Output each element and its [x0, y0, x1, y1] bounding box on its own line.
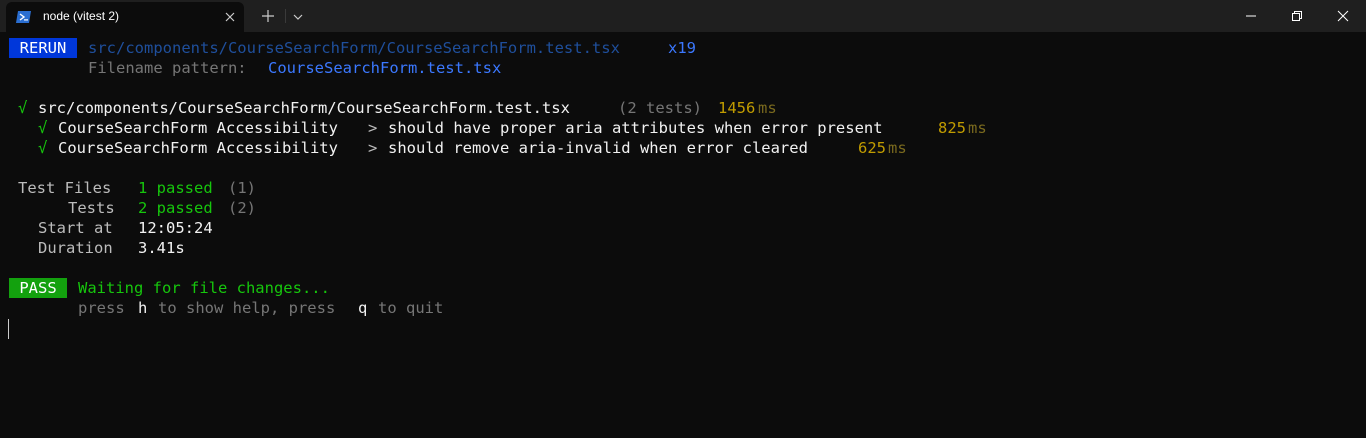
tab-title: node (vitest 2) [43, 9, 120, 23]
new-tab-icon[interactable] [260, 8, 276, 24]
test-duration: 825 [938, 119, 966, 137]
help-text: to show help, press [158, 299, 336, 317]
summary-start: Start at 12:05:24 [0, 218, 1366, 238]
help-text: to quit [378, 299, 444, 317]
test-row: √ CourseSearchForm Accessibility > shoul… [0, 138, 1366, 158]
suite-duration: 1456 [718, 99, 756, 117]
summary-label: Start at [38, 219, 113, 237]
rerun-badge: RERUN [9, 38, 77, 58]
pattern-label: Filename pattern: [88, 59, 247, 77]
summary-value: 12:05:24 [138, 219, 213, 237]
test-separator: > [368, 139, 378, 157]
summary-value: 3.41s [138, 239, 185, 257]
test-separator: > [368, 119, 378, 137]
rerun-path: src/components/CourseSearchForm/CourseSe… [88, 39, 620, 57]
title-bar: node (vitest 2) [0, 0, 1366, 32]
summary-value: 1 passed [138, 179, 213, 197]
tab-separator [285, 9, 286, 23]
summary-tests: Tests 2 passed (2) [0, 198, 1366, 218]
pass-badge: PASS [9, 278, 67, 298]
help-key: q [358, 299, 368, 317]
restore-icon [1292, 11, 1302, 21]
help-line: press h to show help, press q to quit [0, 298, 1366, 318]
test-duration-unit: ms [888, 139, 907, 157]
summary-value: 2 passed [138, 199, 213, 217]
test-name: should have proper aria attributes when … [388, 119, 883, 137]
summary-label: Test Files [18, 179, 112, 197]
close-window-button[interactable] [1320, 0, 1366, 32]
close-tab-icon[interactable] [222, 9, 238, 25]
test-duration: 625 [858, 139, 886, 157]
summary-label: Duration [38, 239, 113, 257]
summary-test-files: Test Files 1 passed (1) [0, 178, 1366, 198]
suite-line: √ src/components/CourseSearchForm/Course… [0, 98, 1366, 118]
pattern-value: CourseSearchForm.test.tsx [268, 59, 502, 77]
minimize-icon [1246, 15, 1256, 17]
text-cursor [8, 319, 9, 339]
suite-duration-unit: ms [758, 99, 777, 117]
terminal-output[interactable]: RERUN src/components/CourseSearchForm/Co… [0, 34, 1366, 359]
rerun-line: RERUN src/components/CourseSearchForm/Co… [0, 38, 1366, 58]
terminal-tab[interactable]: node (vitest 2) [6, 2, 244, 32]
chevron-down-icon[interactable] [291, 9, 305, 23]
minimize-button[interactable] [1228, 0, 1274, 32]
suite-path: src/components/CourseSearchForm/CourseSe… [38, 99, 570, 117]
suite-tests-count: (2 tests) [618, 99, 702, 117]
filename-pattern-line: Filename pattern: CourseSearchForm.test.… [0, 58, 1366, 78]
test-row: √ CourseSearchForm Accessibility > shoul… [0, 118, 1366, 138]
test-name: should remove aria-invalid when error cl… [388, 139, 808, 157]
summary-total: (1) [228, 179, 256, 197]
check-icon: √ [18, 99, 28, 117]
close-icon [1337, 10, 1349, 22]
summary-total: (2) [228, 199, 256, 217]
restore-button[interactable] [1274, 0, 1320, 32]
check-icon: √ [38, 119, 48, 137]
help-text: press [78, 299, 125, 317]
test-suite-name: CourseSearchForm Accessibility [58, 139, 338, 157]
watch-message: Waiting for file changes... [78, 279, 330, 297]
check-icon: √ [38, 139, 48, 157]
help-key: h [138, 299, 148, 317]
test-duration-unit: ms [968, 119, 987, 137]
test-suite-name: CourseSearchForm Accessibility [58, 119, 338, 137]
watch-line: PASS Waiting for file changes... [0, 278, 1366, 298]
rerun-count: x19 [668, 39, 696, 57]
summary-label: Tests [68, 199, 115, 217]
summary-duration: Duration 3.41s [0, 238, 1366, 258]
powershell-icon [16, 9, 32, 25]
